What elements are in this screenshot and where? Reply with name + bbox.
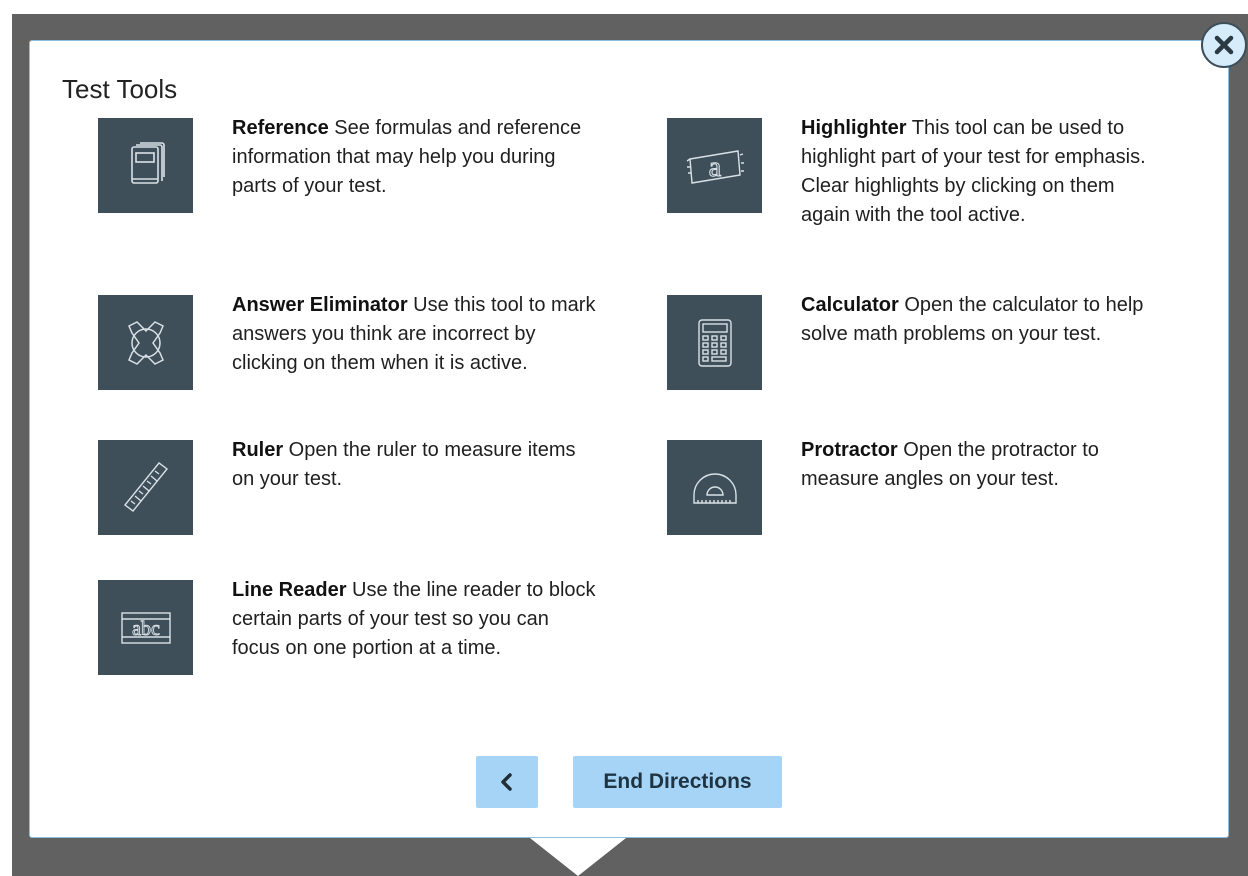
- close-button[interactable]: [1201, 22, 1247, 68]
- tool-name: Answer Eliminator: [232, 294, 408, 316]
- tool-name: Highlighter: [801, 117, 907, 139]
- line-reader-glyph: abc: [132, 618, 160, 640]
- protractor-icon: [667, 440, 762, 535]
- tool-text: Open the ruler to measure items on your …: [232, 439, 576, 490]
- tool-description: Protractor Open the protractor to measur…: [801, 436, 1166, 494]
- chevron-left-icon: [501, 773, 512, 791]
- tool-description: Ruler Open the ruler to measure items on…: [232, 436, 597, 494]
- highlighter-icon: a: [667, 118, 762, 213]
- tool-description: Highlighter This tool can be used to hig…: [801, 114, 1166, 230]
- close-icon: [1214, 35, 1234, 55]
- tool-name: Protractor: [801, 439, 898, 461]
- line-reader-icon: abc: [98, 580, 193, 675]
- tool-name: Calculator: [801, 294, 899, 316]
- calculator-icon: [667, 295, 762, 390]
- tool-description: Line Reader Use the line reader to block…: [232, 576, 597, 663]
- back-button[interactable]: [476, 756, 538, 808]
- tool-description: Answer Eliminator Use this tool to mark …: [232, 291, 597, 378]
- highlighter-glyph: a: [708, 152, 721, 183]
- tool-name: Line Reader: [232, 579, 347, 601]
- tool-name: Reference: [232, 117, 329, 139]
- book-icon: [98, 118, 193, 213]
- end-directions-button[interactable]: End Directions: [573, 756, 782, 808]
- tool-description: Calculator Open the calculator to help s…: [801, 291, 1166, 349]
- ruler-icon: [98, 440, 193, 535]
- dialog-pointer: [530, 838, 626, 876]
- dialog-title: Test Tools: [62, 74, 178, 104]
- eliminator-icon: [98, 295, 193, 390]
- tool-name: Ruler: [232, 439, 284, 461]
- tool-description: Reference See formulas and reference inf…: [232, 114, 597, 201]
